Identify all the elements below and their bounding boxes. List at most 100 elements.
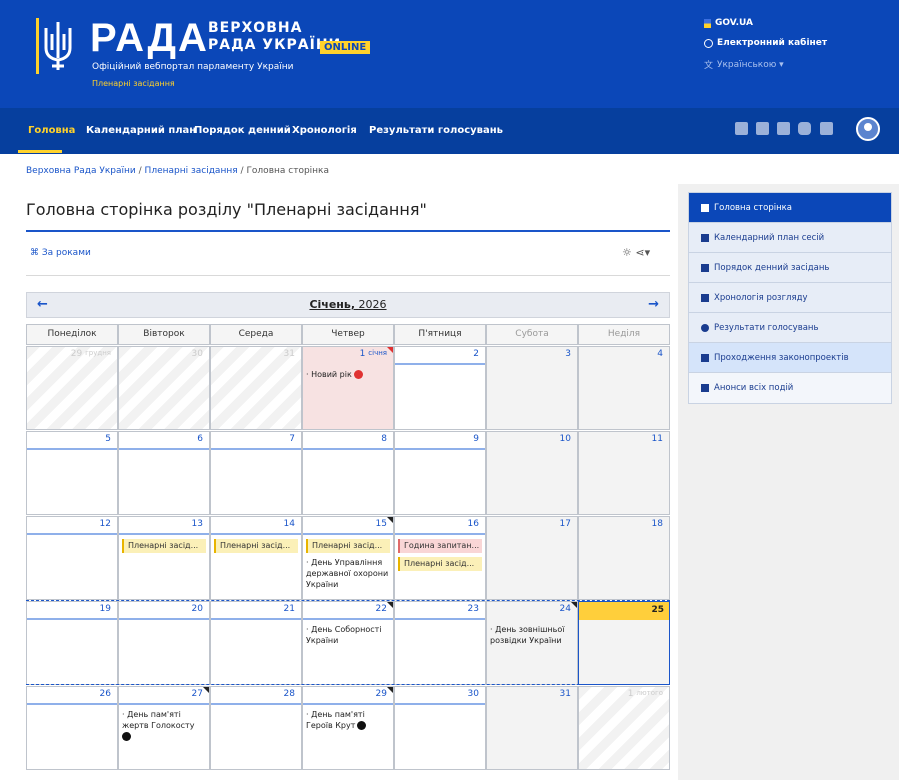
calendar-day[interactable]: 6 [118, 431, 210, 515]
brand-logo-text[interactable]: РАДА [90, 18, 209, 58]
calendar-day[interactable]: 9 [394, 431, 486, 515]
calendar-day[interactable]: 29 грудня [26, 346, 118, 430]
breadcrumb-home[interactable]: Верховна Рада України [26, 166, 136, 176]
calendar-day[interactable]: 10 [486, 431, 578, 515]
calendar-day[interactable]: 14 Пленарні засід... [210, 516, 302, 600]
calendar-day[interactable]: 15 Пленарні засід... · День Управління д… [302, 516, 394, 600]
page-tools[interactable]: ☼ ⋖▾ [622, 246, 650, 259]
calendar-day[interactable]: 26 [26, 686, 118, 770]
next-month-button[interactable]: → [648, 297, 659, 312]
calendar-day[interactable]: 31 [210, 346, 302, 430]
calendar-day[interactable]: 4 [578, 346, 670, 430]
day-number: 12 [99, 519, 111, 529]
calendar-month-title[interactable]: Січень, 2026 [27, 298, 669, 311]
calendar-day[interactable]: 3 [486, 346, 578, 430]
calendar-day[interactable]: 11 [578, 431, 670, 515]
home-icon [701, 203, 709, 212]
sidebar-item-announcements[interactable]: Анонси всіх подій [689, 373, 891, 403]
nav-calendar-plan[interactable]: Календарний план [86, 125, 196, 136]
sidebar-item-chronology[interactable]: Хронологія розгляду [689, 283, 891, 313]
sidebar-item-home[interactable]: Головна сторінка [689, 193, 891, 223]
day-number: 13 [191, 519, 203, 529]
youtube-icon[interactable] [777, 122, 790, 135]
plenary-session-event[interactable]: Пленарні засід... [306, 539, 390, 553]
calendar-day[interactable]: 23 [394, 601, 486, 685]
day-number: 9 [473, 434, 479, 444]
weekday-header: Понеділок [26, 324, 118, 345]
calendar-day[interactable]: 16 Година запитан... Пленарні засід... [394, 516, 486, 600]
calendar-event[interactable]: · Новий рік [306, 369, 390, 380]
day-number: 4 [657, 349, 663, 359]
plenary-session-event[interactable]: Пленарні засід... [214, 539, 298, 553]
calendar-day[interactable]: 24 · День зовнішньої розвідки України [486, 601, 578, 685]
calendar-day[interactable]: 1 лютого [578, 686, 670, 770]
sidebar-item-label: Головна сторінка [714, 202, 792, 213]
plenary-session-event[interactable]: Пленарні засід... [398, 557, 482, 571]
calendar-day[interactable]: 21 [210, 601, 302, 685]
calendar-day[interactable]: 30 [118, 346, 210, 430]
calendar-day[interactable]: 19 [26, 601, 118, 685]
question-hour-event[interactable]: Година запитан... [398, 539, 482, 553]
calendar-day[interactable]: 1 січня · Новий рік [302, 346, 394, 430]
day-number: 21 [283, 604, 295, 614]
nav-agenda[interactable]: Порядок денний [194, 125, 291, 136]
nav-voting-results[interactable]: Результати голосувань [369, 125, 503, 136]
gov-link[interactable]: GOV.UA [704, 18, 827, 28]
nav-home[interactable]: Головна [28, 125, 75, 136]
calendar-day[interactable]: 31 [486, 686, 578, 770]
bars-icon [701, 353, 709, 362]
list-icon [701, 263, 709, 272]
calendar-event[interactable]: · День пам'яті Героїв Крут [306, 709, 390, 731]
day-number: 16 [467, 519, 479, 529]
nav-chronology[interactable]: Хронологія [292, 125, 357, 136]
weekday-header: Вівторок [118, 324, 210, 345]
weekday-header: Середа [210, 324, 302, 345]
calendar-day[interactable]: 17 [486, 516, 578, 600]
twitter-icon[interactable] [756, 122, 769, 135]
calendar-day[interactable]: 22 · День Соборності України [302, 601, 394, 685]
breadcrumb: Верховна Рада України / Пленарні засідан… [26, 166, 329, 176]
day-number: 1 січня [359, 349, 387, 359]
gov-label: GOV.UA [715, 18, 754, 28]
plenary-session-event[interactable]: Пленарні засід... [122, 539, 206, 553]
calendar-day[interactable]: 13 Пленарні засід... [118, 516, 210, 600]
day-number: 19 [99, 604, 111, 614]
page-title: Головна сторінка розділу "Пленарні засід… [26, 200, 427, 219]
calendar-event[interactable]: · День пам'яті жертв Голокосту [122, 709, 206, 742]
breadcrumb-section[interactable]: Пленарні засідання [145, 166, 238, 176]
day-number: 25 [651, 605, 664, 615]
cabinet-link[interactable]: Електронний кабінет [704, 38, 827, 48]
calendar-day[interactable]: 18 [578, 516, 670, 600]
calendar-day[interactable]: 7 [210, 431, 302, 515]
calendar-day[interactable]: 5 [26, 431, 118, 515]
by-years-link[interactable]: ⌘ За роками [30, 248, 91, 258]
calendar-day[interactable]: 12 [26, 516, 118, 600]
facebook-icon[interactable] [735, 122, 748, 135]
sidebar-item-votes[interactable]: Результати голосувань [689, 313, 891, 343]
calendar-event[interactable]: · День зовнішньої розвідки України [490, 624, 574, 646]
weekday-header: П'ятниця [394, 324, 486, 345]
calendar-event[interactable]: · День Управління державної охорони Укра… [306, 557, 390, 590]
language-select[interactable]: 文 Українською ▾ [704, 58, 827, 72]
section-label[interactable]: Пленарні засідання [92, 79, 175, 88]
calendar-day[interactable]: 2 [394, 346, 486, 430]
trident-emblem-icon[interactable] [36, 18, 80, 74]
calendar-day[interactable]: 8 [302, 431, 394, 515]
instagram-icon[interactable] [798, 122, 811, 135]
calendar-day[interactable]: 28 [210, 686, 302, 770]
calendar-day[interactable]: 30 [394, 686, 486, 770]
calendar-day[interactable]: 29 · День пам'яті Героїв Крут [302, 686, 394, 770]
day-number: 30 [467, 689, 479, 699]
sidebar-item-bills[interactable]: Проходження законопроектів [689, 343, 891, 373]
day-number: 10 [559, 434, 571, 444]
sidebar-item-agenda[interactable]: Порядок денний засідань [689, 253, 891, 283]
calendar-event[interactable]: · День Соборності України [306, 624, 390, 646]
breadcrumb-separator: / [138, 166, 142, 176]
calendar-day[interactable]: 27 · День пам'яті жертв Голокосту [118, 686, 210, 770]
telegram-icon[interactable] [820, 122, 833, 135]
avatar[interactable] [856, 117, 880, 141]
calendar-day-today[interactable]: 25 [578, 601, 670, 685]
sidebar-item-calendar[interactable]: Календарний план сесій [689, 223, 891, 253]
sidebar-item-label: Хронологія розгляду [714, 292, 808, 303]
calendar-day[interactable]: 20 [118, 601, 210, 685]
